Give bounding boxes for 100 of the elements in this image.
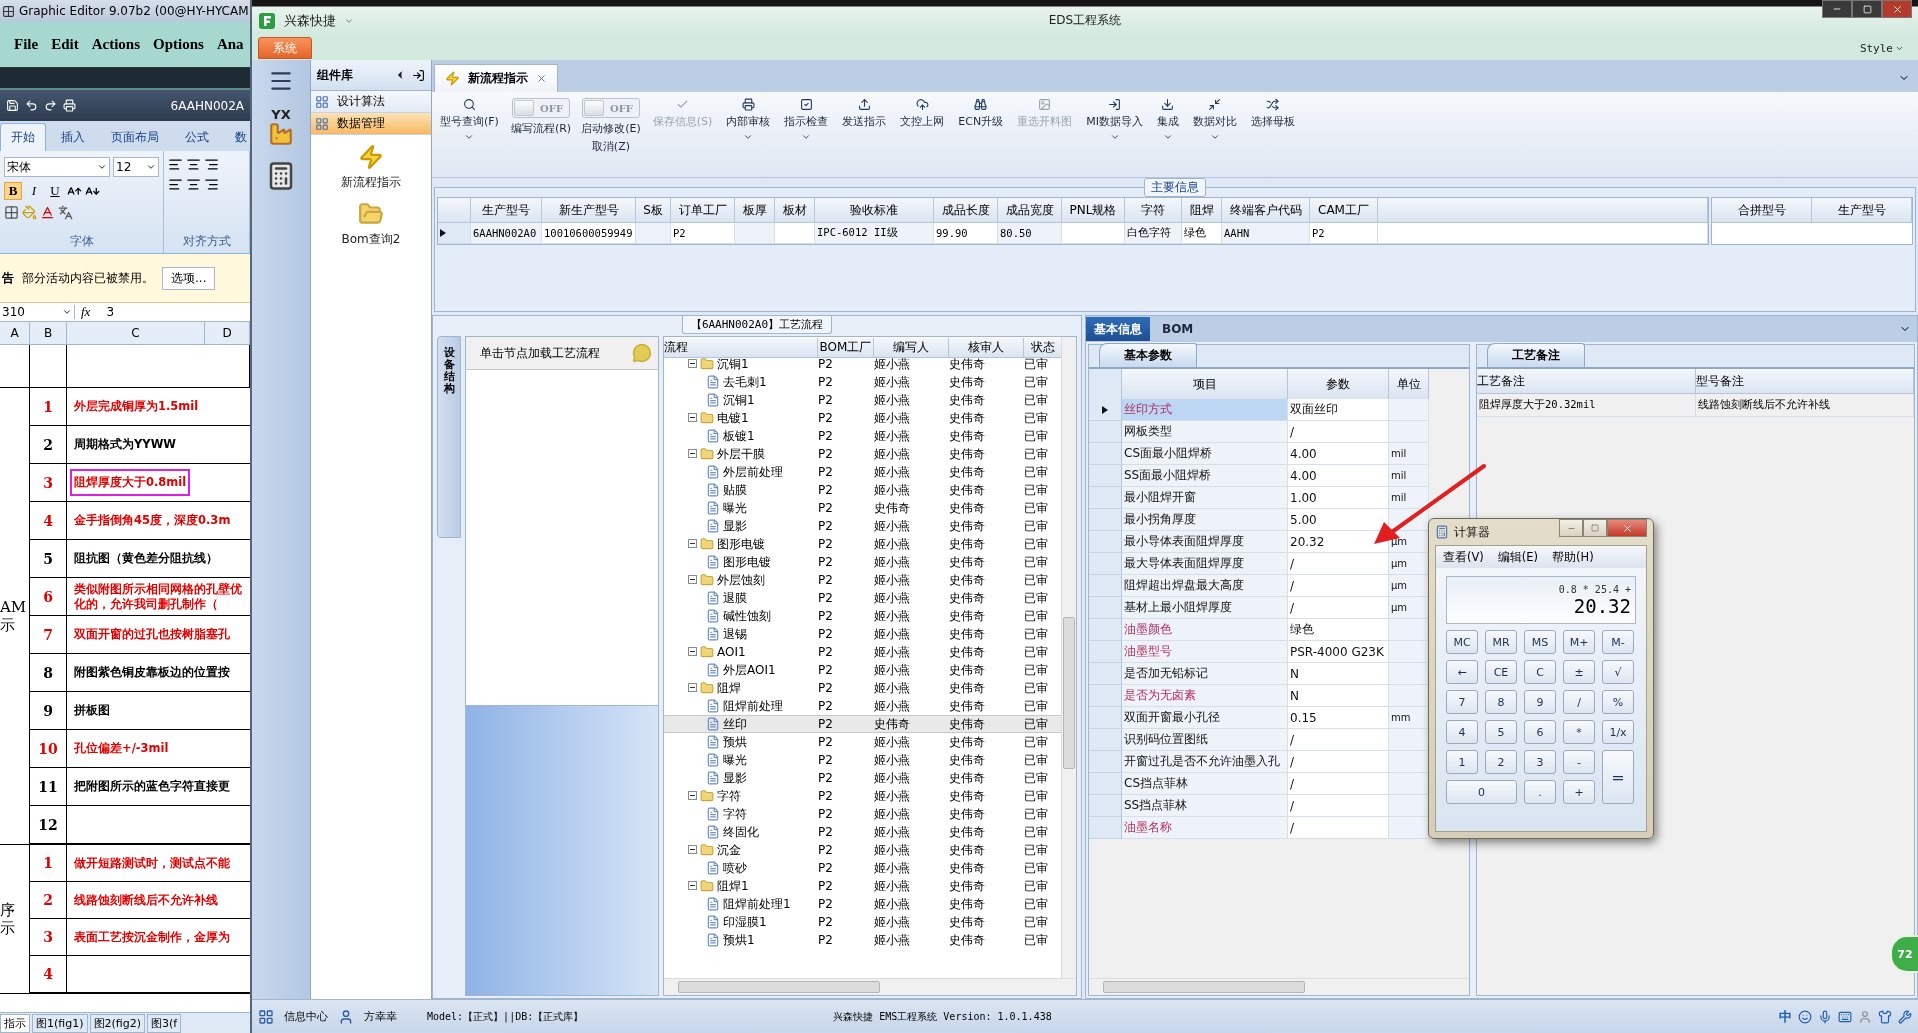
undo-icon[interactable] (25, 99, 38, 112)
user-icon[interactable] (1858, 1009, 1872, 1024)
library-group[interactable]: 设计算法 (311, 91, 431, 113)
menu-item[interactable]: 查看(V) (1443, 549, 1484, 565)
calculator-key[interactable]: / (1563, 690, 1595, 714)
parameter-name[interactable]: 阻焊超出焊盘最大高度 (1122, 575, 1288, 597)
options-button[interactable]: 选项... (162, 266, 216, 290)
calculator-key[interactable]: 8 (1485, 690, 1517, 714)
calculator-key[interactable]: 1/x (1602, 720, 1634, 744)
menu-item[interactable]: Ana (216, 36, 244, 53)
calculator-key[interactable]: . (1524, 780, 1556, 804)
smile-icon[interactable] (1798, 1009, 1812, 1024)
toolbar-button[interactable]: 文控上网 (898, 96, 947, 131)
parameter-name[interactable]: SS面最小阻焊桥 (1122, 465, 1288, 487)
calculator-key[interactable]: ± (1563, 660, 1595, 684)
phonetic-icon[interactable] (58, 205, 73, 220)
borders-icon[interactable] (4, 205, 19, 220)
horizontal-scrollbar[interactable] (1089, 978, 1469, 995)
menu-item[interactable]: 编辑(E) (1497, 549, 1539, 565)
collapse-icon[interactable] (688, 791, 697, 800)
sheet-tab[interactable]: 指示 (0, 1013, 30, 1033)
panel-tab[interactable]: BOM (1154, 317, 1202, 341)
minimize-button[interactable] (1822, 0, 1852, 18)
collapse-icon[interactable] (688, 413, 697, 422)
menu-item[interactable]: 帮助(H) (1552, 549, 1594, 565)
row-header[interactable] (1089, 399, 1122, 421)
parameter-name[interactable]: 双面开窗最小孔径 (1122, 707, 1288, 729)
vertical-scrollbar[interactable] (1061, 337, 1076, 978)
align-left-icon[interactable] (168, 177, 183, 192)
parameter-name[interactable]: 最大导体表面阻焊厚度 (1122, 553, 1288, 575)
toolbar-button[interactable]: 数据对比 (1190, 96, 1239, 144)
side-tab[interactable]: 设备结构 (437, 336, 461, 538)
ribbon-tab[interactable]: 页面布局 (100, 123, 170, 151)
ime-indicator[interactable]: 中 (1779, 1007, 1792, 1026)
menu-item[interactable]: Edit (51, 36, 79, 53)
library-item[interactable]: Bom查询2 (311, 200, 431, 249)
library-group[interactable]: 数据管理 (311, 113, 431, 135)
section-tab[interactable]: 工艺备注 (1487, 343, 1585, 367)
factory-tool[interactable]: YX (268, 108, 294, 147)
parameter-name[interactable]: 识别码位置图纸 (1122, 729, 1288, 751)
calculator-key[interactable]: - (1563, 750, 1595, 774)
section-tab[interactable]: 基本参数 (1099, 343, 1197, 367)
parameter-name[interactable]: 最小拐角厚度 (1122, 509, 1288, 531)
sheet-tab[interactable]: 图2(fig2) (89, 1013, 145, 1033)
collapse-icon[interactable] (688, 845, 697, 854)
calculator-key[interactable]: 6 (1524, 720, 1556, 744)
document-tab[interactable]: 新流程指示 (434, 64, 558, 92)
horizontal-scrollbar[interactable] (664, 978, 1076, 995)
calculator-key[interactable]: M- (1602, 630, 1634, 654)
calculator-key[interactable]: 4 (1446, 720, 1478, 744)
parameter-name[interactable]: 油墨颜色 (1122, 619, 1288, 641)
panel-tab[interactable]: 基本信息 (1086, 317, 1150, 341)
fill-color-icon[interactable] (22, 205, 37, 220)
style-menu[interactable]: Style (1859, 41, 1904, 55)
close-button[interactable] (1882, 0, 1912, 18)
align-center-icon[interactable] (186, 177, 201, 192)
format-button[interactable]: I (25, 182, 43, 200)
collapse-icon[interactable] (688, 359, 697, 368)
name-box[interactable]: 310 (0, 305, 75, 319)
font-color-icon[interactable] (40, 205, 55, 220)
menu-item[interactable]: Actions (91, 36, 140, 53)
library-item[interactable]: 新流程指示 (311, 143, 431, 192)
keyboard-icon[interactable] (1838, 1009, 1852, 1024)
ribbon-tab[interactable]: 插入 (50, 123, 96, 151)
calculator-key[interactable]: = (1602, 750, 1634, 804)
collapse-icon[interactable] (688, 683, 697, 692)
caret-icon[interactable] (344, 16, 354, 26)
calculator-key[interactable]: * (1563, 720, 1595, 744)
cancel-label[interactable]: 取消(Z) (591, 139, 630, 154)
close-icon[interactable] (536, 73, 547, 84)
parameter-name[interactable]: SS挡点菲林 (1122, 795, 1288, 817)
microphone-icon[interactable] (1818, 1009, 1832, 1024)
parameter-name[interactable]: 最小导体表面阻焊厚度 (1122, 531, 1288, 553)
toolbar-button[interactable]: 型号查询(F) (438, 96, 501, 144)
calculator-key[interactable]: MS (1524, 630, 1556, 654)
format-button[interactable]: B (4, 182, 22, 200)
calculator-key[interactable]: + (1563, 780, 1595, 804)
redo-icon[interactable] (44, 99, 57, 112)
dock-icon[interactable] (412, 68, 425, 82)
toolbar-button[interactable]: 指示检查 (782, 96, 831, 144)
tree-row[interactable]: 丝印 P2 史伟奇 史伟奇 已审 (664, 715, 1061, 733)
save-icon[interactable] (6, 99, 19, 112)
calculator-key[interactable]: 3 (1524, 750, 1556, 774)
wrench-icon[interactable] (1898, 1009, 1912, 1024)
collapse-icon[interactable] (688, 449, 697, 458)
collapse-icon[interactable] (688, 647, 697, 656)
grid-icon[interactable] (258, 1008, 274, 1025)
parameter-name[interactable]: CS挡点菲林 (1122, 773, 1288, 795)
function-label[interactable]: fx (81, 304, 91, 320)
parameter-name[interactable]: 是否加无铅标记 (1122, 663, 1288, 685)
parameter-name[interactable]: 油墨名称 (1122, 817, 1288, 839)
align-right-icon[interactable] (204, 177, 219, 192)
menu-item[interactable]: Options (153, 36, 204, 53)
toolbar-button[interactable]: MI数据导入 (1084, 96, 1145, 144)
parameter-name[interactable]: 最小阻焊开窗 (1122, 487, 1288, 509)
parameter-name[interactable]: 开窗过孔是否不允许油墨入孔 (1122, 751, 1288, 773)
toolbar-button[interactable]: 发送指示 (840, 96, 889, 131)
status-item[interactable]: 信息中心 (284, 1009, 328, 1024)
calculator-key[interactable]: 5 (1485, 720, 1517, 744)
ribbon-tab[interactable]: 公式 (174, 123, 220, 151)
